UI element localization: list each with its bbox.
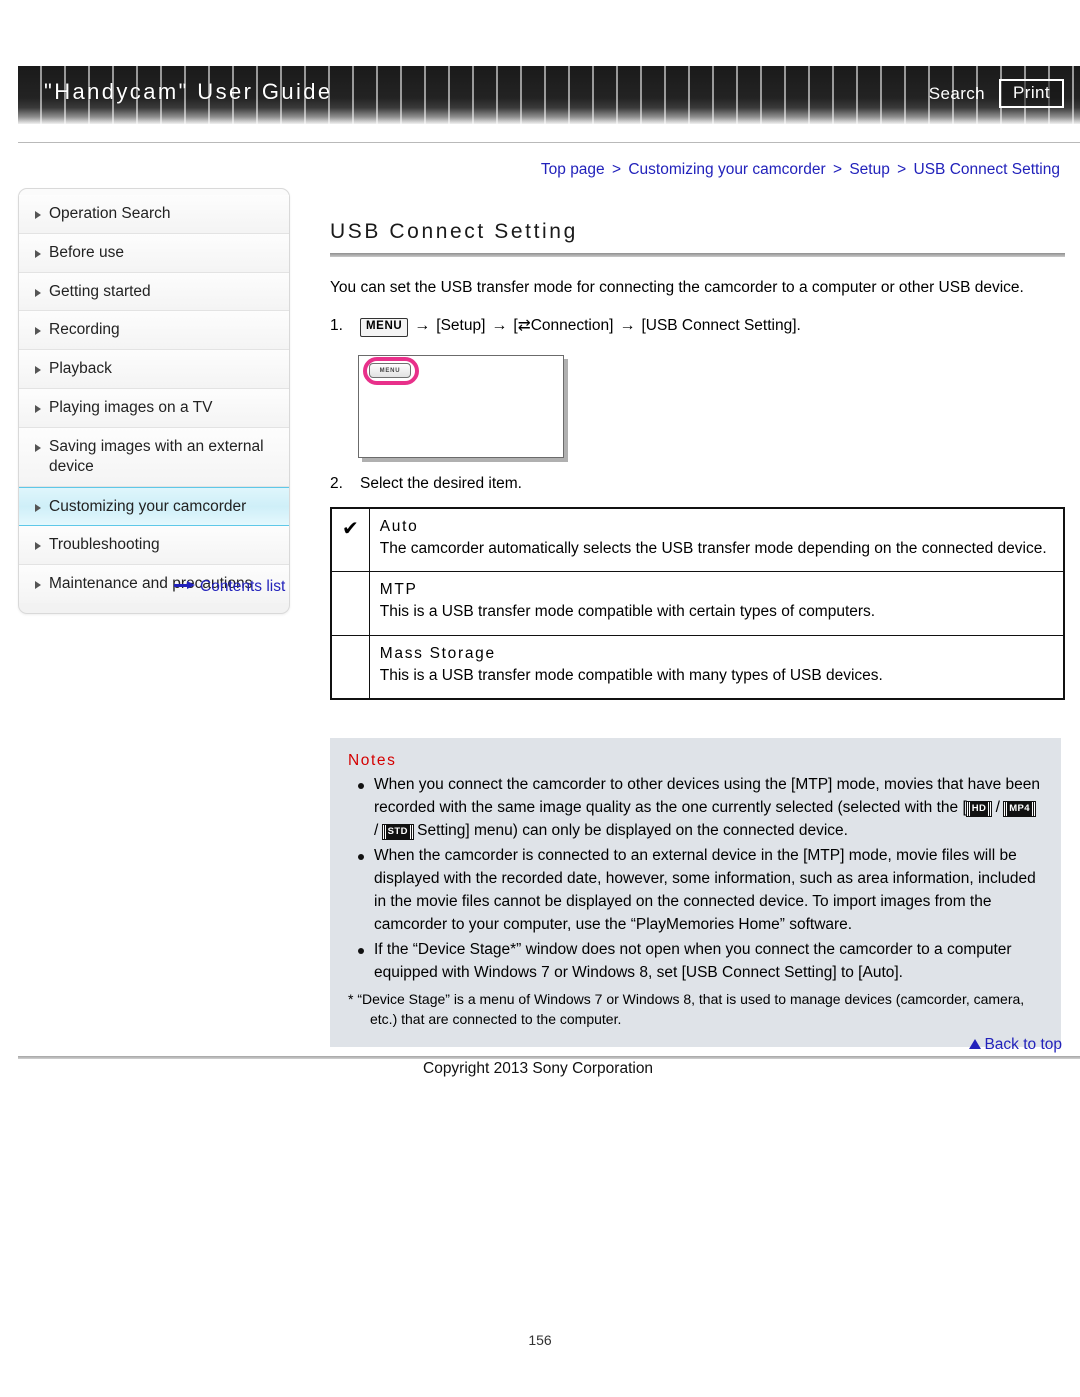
contents-list-link[interactable]: Contents list [174, 578, 285, 596]
option-cell: Auto The camcorder automatically selects… [368, 507, 1065, 573]
note-text-part: When you connect the camcorder to other … [374, 776, 1040, 817]
back-to-top-label: Back to top [984, 1036, 1062, 1053]
sidebar-item-recording[interactable]: Recording [19, 311, 289, 351]
breadcrumb-item-top-page[interactable]: Top page [541, 161, 605, 178]
sidebar-item-label: Customizing your camcorder [49, 497, 247, 515]
connection-icon: ⇄ [517, 317, 531, 335]
option-description: This is a USB transfer mode compatible w… [379, 603, 876, 621]
note-text-sep: / [991, 799, 1005, 817]
sidebar-item-label: Operation Search [49, 205, 171, 222]
breadcrumb-separator: > [832, 161, 842, 178]
step-1-connection: Connection] [530, 317, 614, 335]
option-description: The camcorder automatically selects the … [379, 539, 1047, 557]
camcorder-screen-illustration: MENU [358, 355, 564, 459]
options-table: ✔ Auto The camcorder automatically selec… [330, 506, 1065, 701]
arrow-right-icon [174, 581, 196, 590]
arrow-right-glyph: → [619, 317, 636, 335]
sidebar-item-saving-images-external-device[interactable]: Saving images with an external device [19, 427, 289, 487]
intro-paragraph: You can set the USB transfer mode for co… [330, 279, 1024, 296]
footer-divider [18, 1056, 1080, 1059]
step-1-setup: [Setup] [436, 317, 486, 335]
footnote-line-1: * “Device Stage” is a menu of Windows 7 … [348, 990, 1025, 1007]
sidebar-item-troubleshooting[interactable]: Troubleshooting [19, 526, 289, 566]
highlight-callout-ring [363, 357, 419, 386]
page-number: 156 [528, 1332, 552, 1348]
step-1-final: [USB Connect Setting]. [641, 317, 801, 335]
arrow-right-glyph: → [491, 317, 508, 335]
print-button[interactable]: Print [999, 79, 1064, 108]
step-2-text: Select the desired item. [360, 475, 522, 493]
search-button[interactable]: Search [929, 84, 985, 104]
hd-badge-icon: HD [965, 801, 993, 818]
sidebar-item-label: Playback [49, 360, 112, 378]
step-1-body: MENU → [Setup] → [⇄Connection] → [USB Connect … [360, 313, 1065, 339]
breadcrumb-item-customizing[interactable]: Customizing your camcorder [628, 161, 825, 178]
step-2: 2. Select the desired item. [330, 472, 1065, 497]
step-1: 1. MENU → [Setup] → [⇄Connection] → [USB Conne… [330, 313, 1065, 339]
main-content: USB Connect Setting You can set the USB … [330, 220, 1065, 1048]
breadcrumb-separator: > [611, 161, 622, 178]
arrow-right-glyph: → [414, 317, 431, 335]
table-row[interactable]: Mass Storage This is a USB transfer mode… [330, 634, 1065, 700]
menu-button-icon: MENU [360, 318, 409, 337]
note-item-mtp-external-device: When the camcorder is connected to an ex… [348, 845, 1043, 937]
breadcrumb-item-current[interactable]: USB Connect Setting [914, 161, 1060, 178]
sidebar-item-playing-images-on-a-tv[interactable]: Playing images on a TV [19, 389, 289, 428]
title-divider [330, 253, 1065, 257]
contents-list-label: Contents list [200, 578, 286, 595]
back-to-top-link[interactable]: Back to top [969, 1036, 1062, 1054]
checkmark-icon: ✔ [330, 507, 370, 573]
breadcrumb-separator: > [897, 161, 907, 178]
table-row[interactable]: ✔ Auto The camcorder automatically selec… [330, 507, 1065, 573]
site-header: "Handycam" User Guide Search Print [0, 66, 1080, 126]
sidebar-item-before-use[interactable]: Before use [19, 233, 289, 273]
page-title: USB Connect Setting [330, 220, 578, 243]
notes-box: Notes When you connect the camcorder to … [330, 738, 1061, 1048]
option-cell: MTP This is a USB transfer mode compatib… [368, 571, 1065, 636]
std-badge-icon: STD [381, 824, 414, 840]
option-description: This is a USB transfer mode compatible w… [379, 666, 883, 684]
sidebar-item-label: Before use [49, 243, 124, 261]
sidebar-item-playback[interactable]: Playback [19, 350, 289, 390]
checkmark-icon [330, 571, 370, 636]
sidebar-item-label: Recording [49, 321, 120, 339]
copyright-text: Copyright 2013 Sony Corporation [423, 1060, 654, 1077]
header-divider [18, 142, 1080, 143]
mp4-badge-icon: MP4 [1003, 801, 1036, 818]
option-name: MTP [379, 581, 418, 599]
breadcrumb-item-setup[interactable]: Setup [849, 161, 890, 178]
option-name: Mass Storage [379, 644, 496, 662]
sidebar-item-label: Saving images with an external device [49, 437, 264, 475]
sidebar-item-operation-search[interactable]: Operation Search [19, 195, 289, 234]
table-row[interactable]: MTP This is a USB transfer mode compatib… [330, 571, 1065, 636]
sidebar-nav: Operation Search Before use Getting star… [18, 188, 290, 615]
notes-footnote: * “Device Stage” is a menu of Windows 7 … [348, 989, 1043, 1030]
option-name: Auto [379, 517, 419, 535]
step-1-number: 1. [330, 317, 343, 335]
sidebar-item-getting-started[interactable]: Getting started [19, 272, 289, 312]
header-actions: Search Print [929, 79, 1064, 108]
note-text-part: Setting] menu) can only be displayed on … [412, 822, 848, 840]
option-cell: Mass Storage This is a USB transfer mode… [368, 634, 1065, 700]
checkmark-icon [330, 634, 370, 700]
note-item-mtp-image-quality: When you connect the camcorder to other … [348, 774, 1043, 843]
note-text-sep: / [374, 822, 383, 840]
breadcrumb: Top page > Customizing your camcorder > … [541, 161, 1060, 179]
step-2-number: 2. [330, 475, 343, 493]
site-title: "Handycam" User Guide [44, 79, 333, 104]
footnote-line-2: etc.) that are connected to the computer… [370, 1010, 622, 1027]
sidebar-item-label: Getting started [49, 282, 151, 300]
sidebar-item-customizing-your-camcorder[interactable]: Customizing your camcorder [19, 486, 289, 527]
sidebar-item-label: Troubleshooting [49, 536, 160, 554]
triangle-up-icon [969, 1039, 982, 1049]
notes-title: Notes [348, 752, 397, 770]
note-item-device-stage: If the “Device Stage*” window does not o… [348, 939, 1043, 985]
sidebar-item-label: Playing images on a TV [49, 399, 213, 417]
